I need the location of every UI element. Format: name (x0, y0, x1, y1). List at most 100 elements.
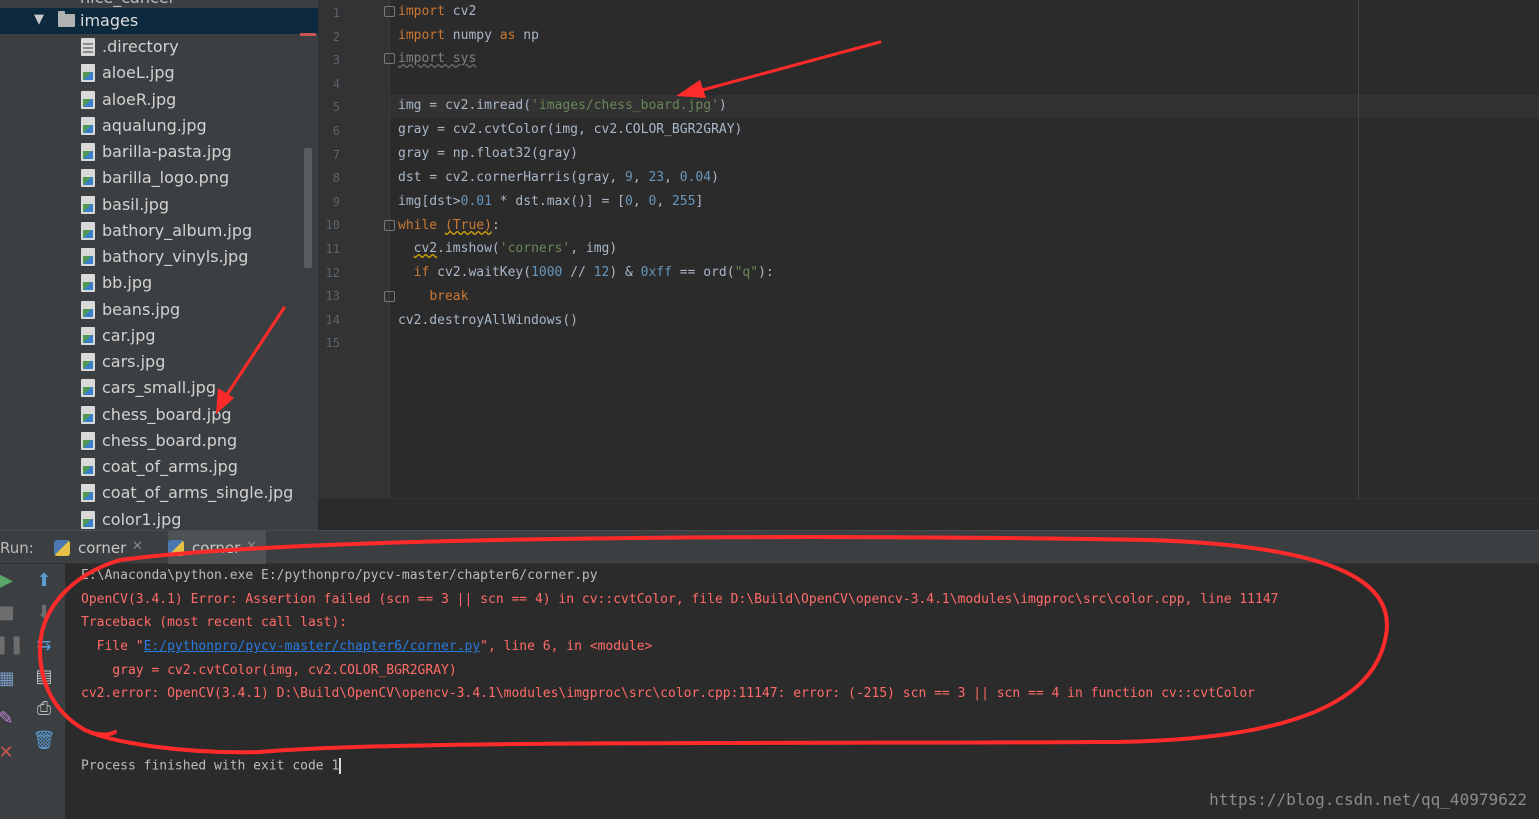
tree-file-item[interactable]: car.jpg (0, 323, 310, 349)
fold-marker-icon[interactable] (384, 6, 395, 17)
tree-file-item[interactable]: aloeL.jpg (0, 60, 310, 86)
tree-file-label: aloeR.jpg (102, 89, 177, 109)
tree-file-item[interactable]: cars.jpg (0, 349, 310, 375)
tree-file-label: bb.jpg (102, 273, 153, 293)
soft-wrap-icon[interactable]: ⇆ (32, 634, 56, 655)
image-file-icon (81, 300, 95, 319)
tree-file-label: aqualung.jpg (102, 115, 207, 135)
image-file-icon (81, 405, 95, 424)
code-line-3: import sys (398, 51, 477, 66)
tree-folder-images[interactable]: ▼ images (0, 8, 318, 34)
console-exit-text: Process finished with exit code 1 (81, 758, 340, 774)
code-line-12: if cv2.waitKey(1000 // 12) & 0xff == ord… (413, 265, 774, 280)
fold-marker-icon[interactable] (384, 53, 395, 64)
up-arrow-icon[interactable]: ⬆ (32, 570, 56, 591)
line-number: 4 (332, 76, 340, 91)
line-number: 1 (332, 6, 340, 20)
code-editor[interactable]: import cv2 import numpy as np import sys… (318, 0, 1539, 530)
image-file-icon (81, 379, 95, 398)
tree-file-label: coat_of_arms.jpg (102, 457, 238, 476)
tree-file-label: cars_small.jpg (102, 378, 216, 398)
tree-file-item[interactable]: coat_of_arms_single.jpg (0, 480, 310, 506)
image-file-icon (81, 116, 95, 135)
line-number: 2 (332, 29, 340, 44)
run-tab-label: corner (192, 539, 241, 557)
image-file-icon (81, 64, 95, 83)
line-number: 7 (332, 147, 340, 162)
tree-folder-label: images (80, 11, 139, 30)
tree-file-item[interactable]: bathory_album.jpg (0, 218, 310, 244)
text-cursor (339, 758, 342, 774)
console-error-line: OpenCV(3.4.1) Error: Assertion failed (s… (81, 592, 1279, 607)
image-file-icon (81, 484, 95, 503)
expand-arrow-icon[interactable]: ▼ (34, 12, 44, 27)
tree-file-label: color1.jpg (102, 509, 182, 529)
image-file-icon (81, 248, 95, 266)
tree-file-item[interactable]: basil.jpg (0, 192, 310, 218)
console-file-line: File "E:/pythonpro/pycv-master/chapter6/… (81, 639, 653, 654)
tree-scrollbar[interactable] (304, 148, 312, 268)
tree-file-item[interactable]: aloeR.jpg (0, 87, 310, 113)
trash-icon[interactable]: 🗑 (32, 730, 56, 751)
image-file-icon (81, 90, 95, 109)
tree-file-label: coat_of_arms_single.jpg (102, 483, 294, 503)
line-number: 8 (332, 171, 340, 186)
project-tree-panel: nice_cancel ▼ images .directory aloeL.jpg… (0, 0, 318, 530)
code-line-5: img = cv2.imread('images/chess_board.jpg… (398, 98, 727, 113)
tree-file-item[interactable]: barilla-pasta.jpg (0, 139, 310, 165)
tree-file-item[interactable]: beans.jpg (0, 297, 310, 323)
close-run-icon[interactable]: ✕ (0, 742, 18, 763)
scroll-end-icon[interactable]: ▤ (32, 666, 56, 687)
run-console[interactable]: E:\Anaconda\python.exe E:/pythonpro/pycv… (66, 564, 1539, 819)
tree-file-item[interactable]: bathory_vinyls.jpg (0, 244, 310, 270)
image-file-icon (81, 353, 95, 371)
tree-file-item[interactable]: .directory (0, 34, 310, 60)
tree-file-item[interactable]: cars_small.jpg (0, 375, 310, 401)
code-line-9: img[dst>0.01 * dst.max()] = [0, 0, 255] (398, 194, 704, 209)
stop-icon[interactable]: ■ (0, 602, 18, 623)
text-file-icon (81, 38, 95, 56)
python-icon (54, 540, 70, 556)
line-number: 3 (332, 53, 340, 68)
run-toolbar-primary: ▶ ■ ❚❚ ▦ ✎ ✕ (0, 564, 24, 819)
tree-file-item[interactable]: barilla_logo.png (0, 165, 310, 191)
tree-file-label: chess_board.png (102, 430, 238, 450)
console-cv2-error-line: cv2.error: OpenCV(3.4.1) D:\Build\OpenCV… (81, 686, 1255, 701)
pin-icon[interactable]: ✎ (0, 708, 18, 729)
line-number: 10 (325, 218, 340, 233)
down-arrow-icon[interactable]: ⬇ (32, 602, 56, 623)
run-tab-corner-2[interactable]: corner ✕ (168, 531, 266, 564)
line-number: 13 (325, 289, 340, 304)
code-line-6: gray = cv2.cvtColor(img, cv2.COLOR_BGR2G… (398, 122, 743, 137)
run-tab-label: corner (78, 539, 127, 557)
pause-icon[interactable]: ❚❚ (0, 634, 24, 655)
tree-file-label: chess_board.jpg (102, 404, 232, 424)
close-icon[interactable]: ✕ (132, 539, 143, 554)
close-icon[interactable]: ✕ (246, 539, 257, 554)
image-file-icon (81, 221, 95, 240)
layout-icon[interactable]: ▦ (0, 668, 18, 689)
tree-file-item[interactable]: coat_of_arms.jpg (0, 454, 310, 480)
fold-marker-icon[interactable] (384, 220, 395, 231)
tree-file-item[interactable]: color1.jpg (0, 507, 310, 531)
code-line-13: break (429, 289, 469, 304)
editor-bottom-area (318, 498, 1539, 530)
image-file-icon (81, 169, 95, 188)
folder-icon (58, 11, 75, 27)
console-code-line: gray = cv2.cvtColor(img, cv2.COLOR_BGR2G… (81, 663, 457, 678)
tree-file-item[interactable]: bb.jpg (0, 270, 310, 296)
print-icon[interactable]: ⎙ (32, 698, 56, 719)
watermark: https://blog.csdn.net/qq_40979622 (1209, 790, 1527, 809)
rerun-icon[interactable]: ▶ (0, 570, 18, 591)
tree-item-cut-folder[interactable]: nice_cancel (0, 0, 318, 8)
tree-file-label: car.jpg (102, 325, 156, 345)
code-line-10: while (True): (398, 218, 500, 233)
image-file-icon (81, 510, 95, 529)
run-tab-corner-1[interactable]: corner ✕ (54, 531, 150, 564)
console-file-link[interactable]: E:/pythonpro/pycv-master/chapter6/corner… (144, 639, 481, 654)
fold-marker-icon[interactable] (384, 291, 395, 302)
tree-file-item[interactable]: chess_board.jpg (0, 402, 310, 428)
tree-file-item[interactable]: aqualung.jpg (0, 113, 310, 139)
tree-file-item[interactable]: chess_board.png (0, 428, 310, 454)
tree-file-label: bathory_album.jpg (102, 220, 253, 240)
